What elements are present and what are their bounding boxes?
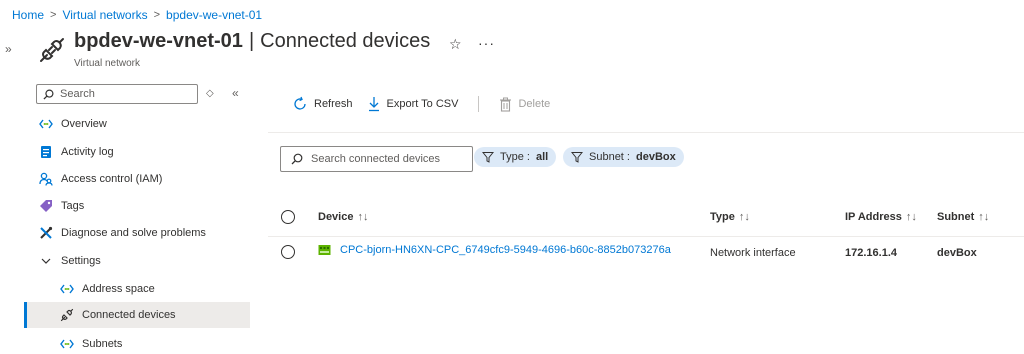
chevron-right-icon: > [153, 9, 161, 21]
breadcrumb: Home > Virtual networks > bpdev-we-vnet-… [12, 8, 262, 22]
nav-item-label: Address space [82, 283, 155, 295]
header-divider [268, 236, 1024, 237]
export-csv-label: Export To CSV [386, 98, 459, 110]
breadcrumb-virtual-networks[interactable]: Virtual networks [62, 8, 147, 22]
favorite-star-icon[interactable]: ☆ [449, 36, 462, 53]
column-header-subnet[interactable]: Subnet ↑↓ [937, 211, 989, 223]
refresh-button[interactable]: Refresh [292, 96, 353, 112]
nic-icon [318, 244, 331, 256]
column-label: Type [710, 211, 735, 223]
toolbar-divider [478, 96, 480, 112]
column-label: Subnet [937, 211, 975, 223]
title-separator: | [248, 30, 255, 52]
nav-item-label: Settings [61, 255, 101, 267]
nav-item-label: Diagnose and solve problems [61, 227, 206, 239]
delete-button[interactable]: Delete [499, 97, 550, 112]
nav-item-access-control[interactable]: Access control (IAM) [24, 166, 250, 192]
breadcrumb-home[interactable]: Home [12, 8, 44, 22]
tag-icon [39, 199, 53, 213]
column-label: IP Address [845, 211, 902, 223]
filter-icon [571, 151, 583, 163]
search-icon [291, 153, 303, 165]
device-search-input[interactable]: Search connected devices [280, 146, 473, 172]
resource-type: Virtual network [74, 58, 140, 69]
nav-item-label: Tags [61, 200, 85, 212]
export-csv-button[interactable]: Export To CSV [367, 96, 459, 112]
sort-icon: ↑↓ [738, 211, 750, 223]
search-icon [43, 89, 54, 100]
activity-log-icon [39, 145, 53, 159]
nav-item-overview[interactable]: Overview [24, 111, 250, 137]
nav-item-label: Access control (IAM) [61, 173, 163, 185]
device-search-placeholder: Search connected devices [311, 153, 441, 165]
sort-icon: ↑↓ [978, 211, 990, 223]
device-link[interactable]: CPC-bjorn-HN6XN-CPC_6749cfc9-5949-4696-b… [340, 244, 671, 256]
expand-menu-icon[interactable]: » [5, 42, 12, 56]
nav-search-placeholder: Search [60, 88, 95, 100]
overview-icon [60, 282, 74, 296]
subnet-filter-label: Subnet : [589, 151, 630, 163]
refresh-label: Refresh [314, 98, 353, 110]
type-filter-value: all [535, 151, 549, 163]
column-header-device[interactable]: Device ↑↓ [318, 211, 368, 223]
page-name: Connected devices [260, 30, 431, 52]
more-options-icon[interactable]: ··· [478, 35, 495, 51]
nav-sort-icon[interactable]: ◇ [206, 88, 214, 99]
device-type: Network interface [710, 247, 796, 259]
toolbar-divider-line [268, 132, 1024, 133]
nav-item-address-space[interactable]: Address space [24, 276, 250, 302]
nav-item-label: Overview [61, 118, 107, 130]
collapse-nav-icon[interactable]: « [232, 86, 239, 100]
nav-item-label: Subnets [82, 338, 123, 350]
device-subnet: devBox [937, 247, 977, 259]
command-bar: Refresh Export To CSV Delete [292, 96, 550, 112]
nav-search-input[interactable]: Search [36, 84, 198, 104]
column-label: Device [318, 211, 354, 223]
select-all-radio[interactable] [281, 210, 295, 224]
subnet-filter-value: devBox [635, 151, 676, 163]
subnet-filter-pill[interactable]: Subnet : devBox [563, 147, 684, 167]
plug-icon [38, 36, 66, 64]
iam-icon [39, 172, 53, 186]
page-title: bpdev-we-vnet-01 | Connected devices [74, 30, 430, 53]
overview-icon [60, 337, 74, 351]
row-select-radio[interactable] [281, 245, 295, 259]
type-filter-pill[interactable]: Type : all [474, 147, 557, 167]
nav-item-label: Connected devices [82, 309, 176, 321]
device-ip-address: 172.16.1.4 [845, 247, 897, 259]
nav-group-settings[interactable]: Settings [24, 248, 250, 274]
diagnose-icon [39, 226, 53, 240]
column-header-type[interactable]: Type ↑↓ [710, 211, 750, 223]
filter-icon [482, 151, 494, 163]
resource-name: bpdev-we-vnet-01 [74, 30, 243, 52]
nav-item-label: Activity log [61, 146, 114, 158]
download-icon [367, 96, 381, 112]
delete-label: Delete [518, 98, 551, 110]
nav-item-diagnose[interactable]: Diagnose and solve problems [24, 220, 250, 246]
nav-item-activity-log[interactable]: Activity log [24, 139, 250, 165]
column-header-ip-address[interactable]: IP Address ↑↓ [845, 211, 917, 223]
nav-item-subnets[interactable]: Subnets [24, 331, 250, 354]
nav-item-connected-devices[interactable]: Connected devices [24, 302, 250, 328]
trash-icon [499, 97, 512, 112]
chevron-right-icon: > [50, 9, 57, 21]
breadcrumb-vnet[interactable]: bpdev-we-vnet-01 [166, 8, 262, 22]
overview-icon [39, 117, 53, 131]
sort-icon: ↑↓ [357, 211, 369, 223]
plug-icon [60, 308, 74, 322]
sort-icon: ↑↓ [905, 211, 917, 223]
type-filter-label: Type : [500, 151, 530, 163]
nav-item-tags[interactable]: Tags [24, 193, 250, 219]
refresh-icon [292, 96, 308, 112]
chevron-down-icon [39, 254, 53, 268]
